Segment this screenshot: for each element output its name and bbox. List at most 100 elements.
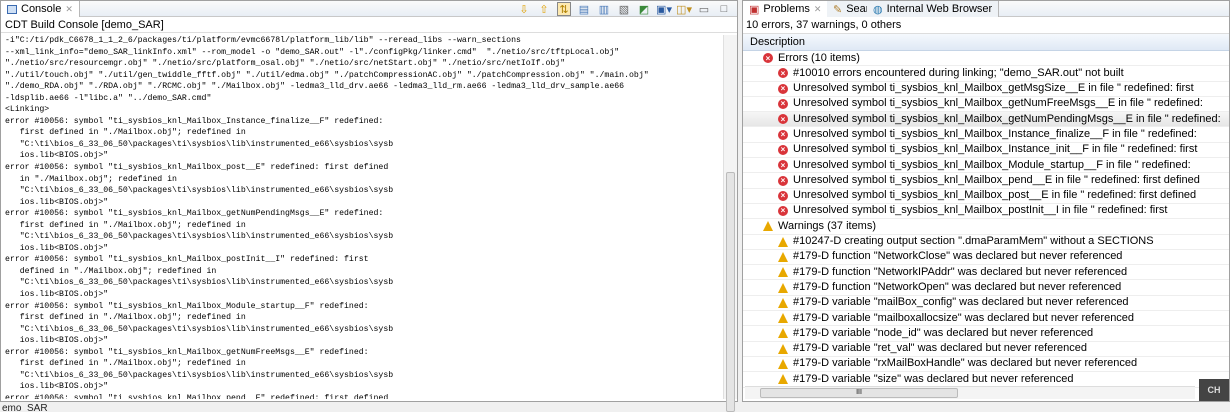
console-line: in "./Mailbox.obj"; redefined in — [5, 174, 177, 184]
problem-text: #10247-D creating output section ".dmaPa… — [793, 235, 1154, 248]
close-icon[interactable]: ✕ — [814, 4, 822, 15]
problem-item[interactable]: #179-D function "NetworkIPAddr" was decl… — [743, 265, 1229, 281]
problem-text: #179-D variable "size" was declared but … — [793, 372, 1074, 385]
problem-text: Warnings (37 items) — [778, 219, 877, 232]
console-line: "C:\ti\bios_6_33_06_50\packages\ti\sysbi… — [5, 232, 394, 242]
error-icon: × — [778, 83, 788, 94]
error-icon: × — [763, 53, 773, 64]
tab-internal-web-browser[interactable]: ◍ Internal Web Browser — [867, 1, 1000, 17]
word-wrap-icon[interactable]: ▥ — [597, 2, 611, 16]
problem-text: Unresolved symbol ti_sysbios_knl_Mailbox… — [793, 158, 1191, 171]
problem-item[interactable]: × Unresolved symbol ti_sysbios_knl_Mailbo… — [743, 189, 1229, 204]
scroll-lock-icon[interactable]: ⇅ — [557, 2, 571, 16]
scroll-down-icon[interactable]: ⇩ — [517, 2, 531, 16]
warning-icon — [778, 267, 788, 278]
column-header-description[interactable]: Description — [743, 34, 1229, 51]
problems-tree: × Errors (10 items) × #10010 errors encount… — [743, 51, 1229, 388]
clear-console-icon[interactable]: ▧ — [617, 2, 631, 16]
problem-item[interactable]: #179-D function "NetworkClose" was decla… — [743, 250, 1229, 266]
problems-tabbar: ▣ Problems ✕ ✎ Search ◍ Internal Web Browser — [743, 1, 1229, 17]
console-line: first defined in "./Mailbox.obj"; redefi… — [5, 359, 246, 369]
tree-group[interactable]: × Errors (10 items) — [743, 51, 1229, 67]
problem-text: Unresolved symbol ti_sysbios_knl_Mailbox… — [793, 127, 1197, 140]
warning-icon — [778, 328, 788, 339]
problem-item[interactable]: #179-D variable "rxMailBoxHandle" was de… — [743, 357, 1229, 373]
console-line: defined in "./Mailbox.obj"; redefined in — [5, 266, 217, 276]
close-icon[interactable]: ✕ — [65, 4, 73, 15]
console-line: error #10056: symbol "ti sysbios knl Mai… — [5, 393, 389, 399]
minimize-icon[interactable]: ▭ — [697, 2, 711, 16]
problem-item[interactable]: × Unresolved symbol ti_sysbios_knl_Mailbo… — [743, 158, 1229, 174]
console-line: error #10056: symbol "ti_sysbios_knl_Mai… — [5, 347, 369, 357]
console-line: ios.lib<BIOS.obj>" — [5, 382, 109, 392]
console-line: "C:\ti\bios_6_33_06_50\packages\ti\sysbi… — [5, 139, 394, 149]
tab-problems[interactable]: ▣ Problems ✕ — [743, 1, 829, 17]
ime-indicator[interactable]: CH — [1199, 379, 1229, 401]
problem-text: Unresolved symbol ti_sysbios_knl_Mailbox… — [793, 112, 1221, 125]
problem-text: #179-D variable "node_id" was declared b… — [793, 326, 1094, 339]
pin-console-icon[interactable]: ◩ — [637, 2, 651, 16]
error-icon: × — [778, 175, 788, 186]
console-line: -ldsplib.ae66 -l"libc.a" "../demo_SAR.cm… — [5, 93, 212, 103]
tab-console[interactable]: Console ✕ — [1, 1, 80, 17]
console-line: error #10056: symbol "ti_sysbios_knl_Mai… — [5, 209, 384, 219]
console-line: first defined in "./Mailbox.obj"; redefi… — [5, 313, 246, 323]
console-line: "C:\ti\bios_6_33_06_50\packages\ti\sysbi… — [5, 186, 394, 196]
problem-text: Unresolved symbol ti_sysbios_knl_Mailbox… — [793, 189, 1197, 202]
console-line: "C:\ti\bios_6_33_06_50\packages\ti\sysbi… — [5, 370, 394, 380]
problem-item[interactable]: × Unresolved symbol ti_sysbios_knl_Mailbo… — [743, 82, 1229, 97]
problem-text: #179-D function "NetworkOpen" was declar… — [793, 280, 1122, 293]
globe-icon: ◍ — [873, 3, 883, 16]
problem-item[interactable]: × Unresolved symbol ti_sysbios_knl_Mailbo… — [743, 127, 1229, 143]
problem-item[interactable]: #179-D variable "mailboxallocsize" was d… — [743, 311, 1229, 327]
copy-icon[interactable]: ▤ — [577, 2, 591, 16]
tab-label: Console — [21, 3, 62, 15]
vertical-scrollbar[interactable] — [723, 35, 737, 412]
scroll-up-icon[interactable]: ⇧ — [537, 2, 551, 16]
tree-group[interactable]: Warnings (37 items) — [743, 219, 1229, 235]
console-line: ios.lib<BIOS.obj>" — [5, 197, 109, 207]
display-console-icon[interactable]: ▣▾ — [656, 2, 672, 16]
problems-view: ▣ Problems ✕ ✎ Search ◍ Internal Web Browser 1… — [742, 0, 1230, 402]
error-icon: × — [778, 190, 788, 201]
problem-text: Unresolved symbol ti_sysbios_knl_Mailbox… — [793, 173, 1200, 186]
console-line: ios.lib<BIOS.obj>" — [5, 243, 109, 253]
problem-item[interactable]: #179-D variable "node_id" was declared b… — [743, 326, 1229, 342]
warning-icon — [763, 221, 773, 232]
console-view: Console ✕ ⇩ ⇧ ⇅ ▤ ▥ ▧ ◩ ▣▾ ◫▾ ▭ □ CDT Bu… — [0, 0, 738, 412]
new-console-icon[interactable]: ◫▾ — [676, 2, 692, 16]
problem-item[interactable]: #179-D variable "mailBox_config" was dec… — [743, 296, 1229, 312]
status-bar: emo_SAR — [2, 403, 48, 411]
error-icon: × — [778, 114, 788, 125]
problem-item[interactable]: × Unresolved symbol ti_sysbios_knl_Mailbo… — [743, 143, 1229, 159]
warning-icon — [778, 282, 788, 293]
problem-item[interactable]: × Unresolved symbol ti_sysbios_knl_Mailbo… — [743, 173, 1229, 189]
problem-text: #179-D variable "ret_val" was declared b… — [793, 342, 1087, 355]
warning-icon — [778, 313, 788, 324]
problem-item[interactable]: #179-D function "NetworkOpen" was declar… — [743, 280, 1229, 296]
problem-item[interactable]: × Unresolved symbol ti_sysbios_knl_Mailbo… — [743, 204, 1229, 220]
console-output[interactable]: -i"C:/ti/pdk_C6678_1_1_2_6/packages/ti/p… — [5, 35, 721, 399]
problem-text: #179-D variable "mailBox_config" was dec… — [793, 296, 1129, 309]
console-line: "C:\ti\bios_6_33_06_50\packages\ti\sysbi… — [5, 278, 394, 288]
console-line: "./demo_RDA.obj" "./RDA.obj" "./RCMC.obj… — [5, 82, 625, 92]
horizontal-scrollbar[interactable]: III — [745, 386, 1195, 399]
problem-text: Unresolved symbol ti_sysbios_knl_Mailbox… — [793, 82, 1194, 95]
problem-item[interactable]: #10247-D creating output section ".dmaPa… — [743, 235, 1229, 250]
console-toolbar: ⇩ ⇧ ⇅ ▤ ▥ ▧ ◩ ▣▾ ◫▾ ▭ □ — [517, 1, 731, 17]
error-icon: × — [778, 144, 788, 155]
console-line: "./util/touch.obj" "./util/gen_twiddle_f… — [5, 70, 649, 80]
scrollbar-thumb[interactable]: III — [760, 388, 958, 398]
problem-item[interactable]: × #10010 errors encountered during linkin… — [743, 66, 1229, 82]
error-icon: × — [778, 206, 788, 217]
maximize-icon[interactable]: □ — [717, 2, 731, 16]
search-icon: ✎ — [833, 3, 843, 16]
problem-item[interactable]: #179-D variable "ret_val" was declared b… — [743, 342, 1229, 357]
problem-text: #179-D function "NetworkClose" was decla… — [793, 250, 1123, 263]
problem-item[interactable]: × Unresolved symbol ti_sysbios_knl_Mailbo… — [743, 112, 1229, 128]
problem-item[interactable]: × Unresolved symbol ti_sysbios_knl_Mailbo… — [743, 97, 1229, 113]
warning-icon — [778, 374, 788, 385]
scrollbar-thumb[interactable] — [726, 172, 735, 412]
console-line: ios.lib<BIOS.obj>" — [5, 290, 109, 300]
error-icon: × — [778, 129, 788, 140]
